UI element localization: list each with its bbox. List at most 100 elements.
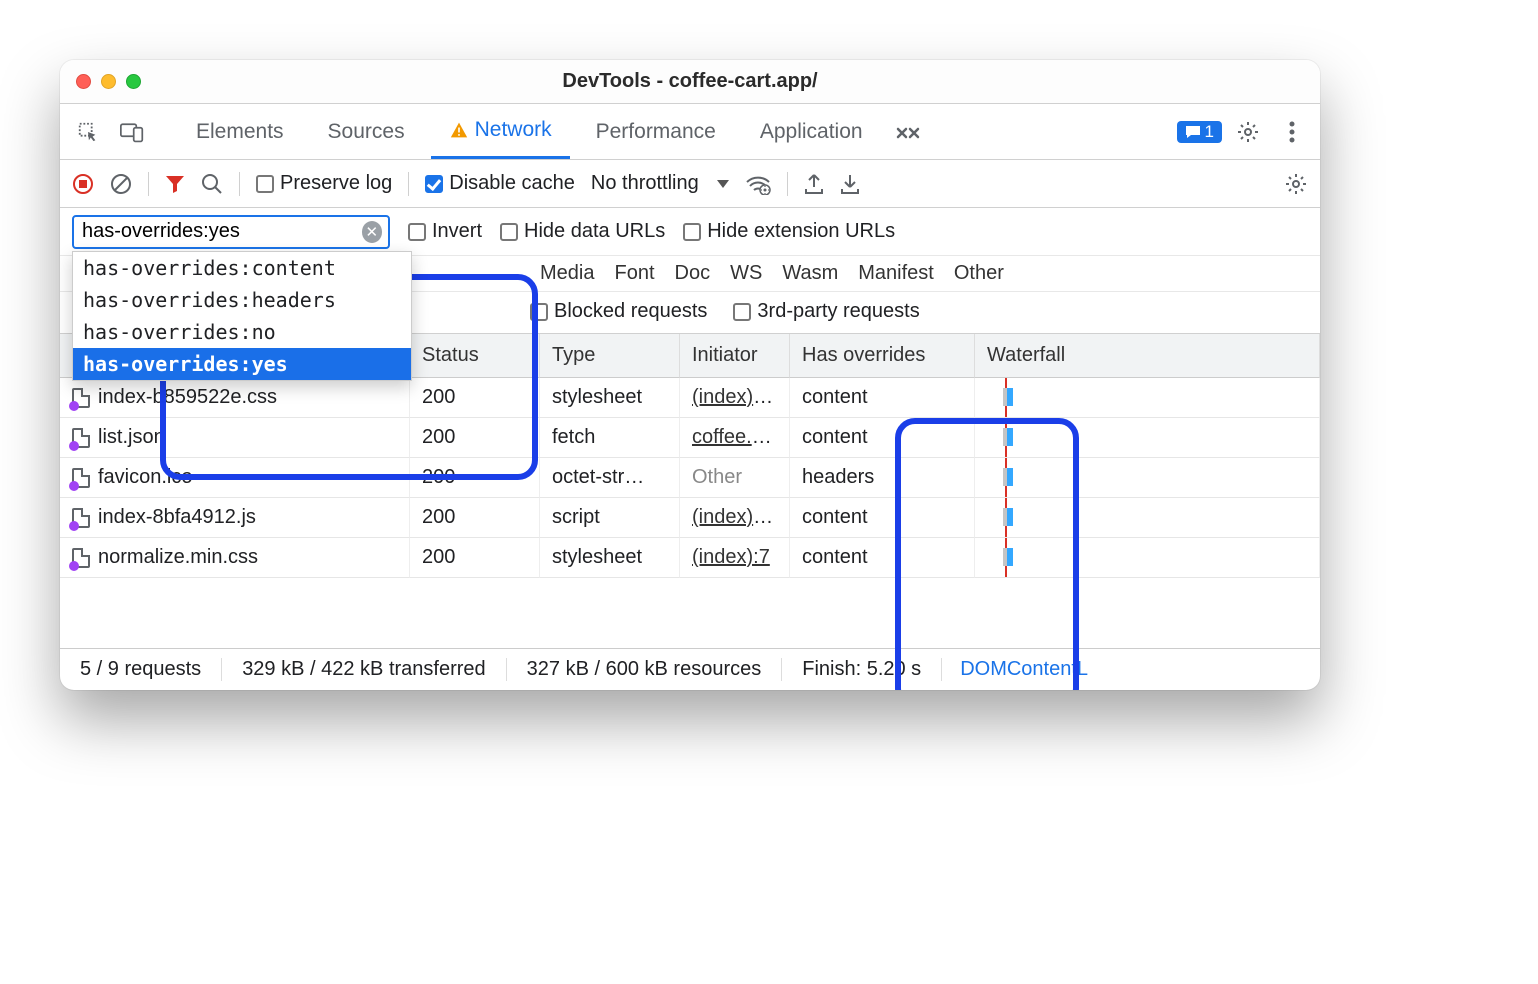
inspect-element-icon[interactable] (70, 114, 106, 150)
request-name: index-b859522e.css (98, 386, 277, 409)
tab-network[interactable]: Network (431, 104, 570, 159)
col-initiator[interactable]: Initiator (680, 334, 790, 378)
upload-har-icon[interactable] (804, 173, 824, 195)
has-overrides-cell: content (790, 538, 975, 578)
type-cell: fetch (540, 418, 680, 458)
status-domcontentloaded: DOMContentL (942, 658, 1088, 681)
invert-label: Invert (432, 220, 482, 243)
autocomplete-option[interactable]: has-overrides:content (73, 252, 411, 284)
request-name: normalize.min.css (98, 546, 258, 569)
request-name-cell[interactable]: normalize.min.css (60, 538, 410, 578)
hide-ext-label: Hide extension URLs (707, 220, 895, 243)
kebab-menu-icon[interactable] (1274, 114, 1310, 150)
traffic-lights (76, 74, 141, 89)
request-name: favicon.ico (98, 466, 193, 489)
filter-input[interactable] (82, 220, 362, 243)
tab-label: Application (760, 120, 863, 144)
window-title: DevTools - coffee-cart.app/ (60, 70, 1320, 93)
fullscreen-window-button[interactable] (126, 74, 141, 89)
type-filter[interactable]: Font (614, 262, 654, 285)
status-cell: 200 (410, 378, 540, 418)
type-filter[interactable]: Other (954, 262, 1004, 285)
status-cell: 200 (410, 458, 540, 498)
file-override-icon (72, 428, 90, 448)
waterfall-cell (975, 498, 1320, 538)
has-overrides-cell: content (790, 498, 975, 538)
search-icon[interactable] (201, 173, 223, 195)
throttling-select[interactable]: No throttling (591, 172, 729, 195)
throttling-value: No throttling (591, 172, 699, 195)
tab-application[interactable]: Application (742, 104, 881, 159)
tab-label: Performance (596, 120, 716, 144)
hide-extension-urls-checkbox[interactable]: Hide extension URLs (683, 220, 895, 243)
waterfall-cell (975, 418, 1320, 458)
col-has-overrides[interactable]: Has overrides (790, 334, 975, 378)
request-name-cell[interactable]: index-b859522e.css (60, 378, 410, 418)
type-filter[interactable]: Doc (675, 262, 711, 285)
file-override-icon (72, 388, 90, 408)
initiator-cell: (index):20 (680, 378, 790, 418)
waterfall-cell (975, 538, 1320, 578)
titlebar: DevTools - coffee-cart.app/ (60, 60, 1320, 104)
file-override-icon (72, 508, 90, 528)
col-status[interactable]: Status (410, 334, 540, 378)
clear-button[interactable] (110, 173, 132, 195)
status-transferred: 329 kB / 422 kB transferred (222, 658, 506, 681)
tab-label: Elements (196, 120, 284, 144)
blocked-requests-checkbox[interactable]: Blocked requests (530, 300, 707, 323)
status-finish: Finish: 5.20 s (782, 658, 942, 681)
initiator-link[interactable]: coffee.a… (692, 426, 783, 448)
type-filter[interactable]: Manifest (858, 262, 934, 285)
invert-checkbox[interactable]: Invert (408, 220, 482, 243)
network-settings-icon[interactable] (1284, 172, 1308, 196)
filter-icon[interactable] (165, 174, 185, 194)
initiator-link[interactable]: (index):20 (692, 386, 781, 408)
disable-cache-checkbox[interactable]: Disable cache (425, 172, 575, 195)
type-filter[interactable]: Media (540, 262, 594, 285)
preserve-log-label: Preserve log (280, 172, 392, 195)
autocomplete-option[interactable]: has-overrides:headers (73, 284, 411, 316)
close-window-button[interactable] (76, 74, 91, 89)
request-name-cell[interactable]: index-8bfa4912.js (60, 498, 410, 538)
type-cell: octet-str… (540, 458, 680, 498)
issues-badge[interactable]: 1 (1177, 121, 1222, 143)
download-har-icon[interactable] (840, 173, 860, 195)
hide-data-label: Hide data URLs (524, 220, 665, 243)
settings-icon[interactable] (1230, 114, 1266, 150)
type-cell: script (540, 498, 680, 538)
tab-label: Sources (328, 120, 405, 144)
type-filter[interactable]: WS (730, 262, 762, 285)
chevron-down-icon (717, 180, 729, 188)
filter-input-container: ✕ has-overrides:content has-overrides:he… (72, 215, 390, 249)
device-toolbar-icon[interactable] (114, 114, 150, 150)
col-waterfall[interactable]: Waterfall (975, 334, 1320, 378)
request-name-cell[interactable]: favicon.ico (60, 458, 410, 498)
autocomplete-option-selected[interactable]: has-overrides:yes (73, 348, 411, 380)
initiator-link[interactable]: (index):19 (692, 506, 781, 528)
status-resources: 327 kB / 600 kB resources (507, 658, 783, 681)
warning-icon (449, 121, 469, 139)
blocked-label: Blocked requests (554, 300, 707, 323)
clear-filter-icon[interactable]: ✕ (362, 221, 383, 243)
network-conditions-icon[interactable] (745, 173, 771, 195)
status-requests: 5 / 9 requests (60, 658, 222, 681)
status-cell: 200 (410, 538, 540, 578)
tab-performance[interactable]: Performance (578, 104, 734, 159)
autocomplete-option[interactable]: has-overrides:no (73, 316, 411, 348)
tab-sources[interactable]: Sources (310, 104, 423, 159)
hide-data-urls-checkbox[interactable]: Hide data URLs (500, 220, 665, 243)
record-button[interactable] (72, 173, 94, 195)
preserve-log-checkbox[interactable]: Preserve log (256, 172, 392, 195)
request-name-cell[interactable]: list.json (60, 418, 410, 458)
more-tabs-icon[interactable] (889, 114, 925, 150)
col-type[interactable]: Type (540, 334, 680, 378)
minimize-window-button[interactable] (101, 74, 116, 89)
third-party-checkbox[interactable]: 3rd-party requests (733, 300, 919, 323)
initiator-link[interactable]: (index):7 (692, 546, 770, 568)
tab-label: Network (475, 118, 552, 142)
initiator-cell: (index):7 (680, 538, 790, 578)
type-filter[interactable]: Wasm (782, 262, 838, 285)
type-cell: stylesheet (540, 538, 680, 578)
filter-row: ✕ has-overrides:content has-overrides:he… (60, 208, 1320, 256)
tab-elements[interactable]: Elements (178, 104, 302, 159)
